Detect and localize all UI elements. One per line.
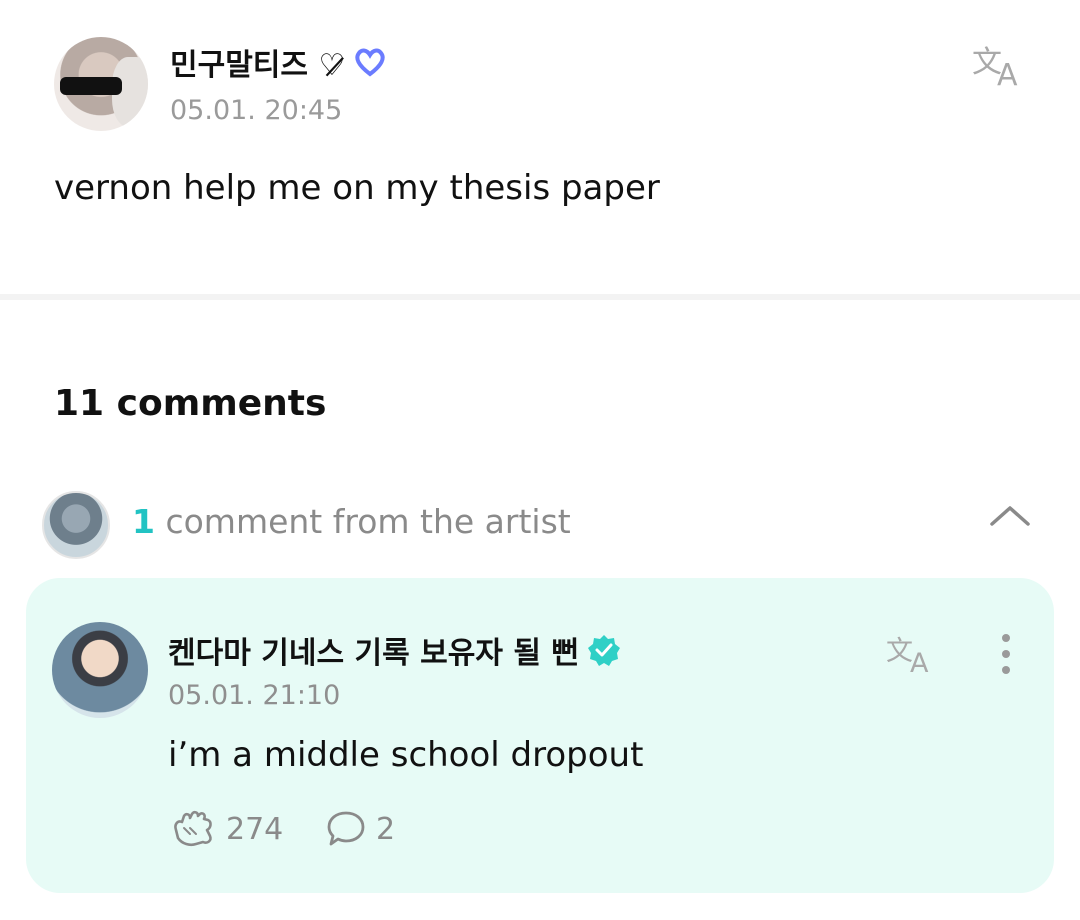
svg-text:文: 文 [886,636,913,667]
artist-comment-toggle[interactable]: 1 comment from the artist [132,502,571,541]
reply-count: 2 [376,811,396,847]
post-author-name: 민구말티즈 ♡̷ [170,48,346,83]
artist-comment-count: 1 [132,502,155,541]
chevron-up-icon[interactable] [988,500,1032,530]
svg-text:A: A [910,648,929,676]
comment-author[interactable]: 켄다마 기네스 기록 보유자 될 뻔 [168,628,621,672]
comment-author-name: 켄다마 기네스 기록 보유자 될 뻔 [168,636,580,671]
verified-badge-icon [588,635,621,666]
post-author[interactable]: 민구말티즈 ♡̷ [170,40,387,84]
section-divider [0,294,1080,300]
reply-button[interactable]: 2 [326,810,395,848]
like-button[interactable]: 274 [170,810,283,848]
post-body: vernon help me on my thesis paper [54,168,660,208]
comment-author-avatar[interactable] [52,622,148,718]
artist-comment-label: comment from the artist [165,502,571,541]
svg-text:A: A [997,58,1018,90]
comments-count: 11 comments [54,383,327,424]
like-icon [174,810,212,847]
comment-time: 05.01. 21:10 [168,680,341,711]
reply-bubble-icon [327,811,365,846]
comment-body: i’m a middle school dropout [168,735,644,775]
translate-icon[interactable]: 文 A [970,38,1030,90]
like-count: 274 [226,811,284,847]
more-options-icon[interactable] [996,632,1016,676]
avatar-glasses [60,77,122,95]
post-time: 05.01. 20:45 [170,95,343,126]
membership-heart-icon [355,48,385,77]
comment-translate-icon[interactable]: 文 A [886,630,942,676]
post-author-avatar[interactable] [54,37,148,131]
artist-avatar [42,491,110,559]
